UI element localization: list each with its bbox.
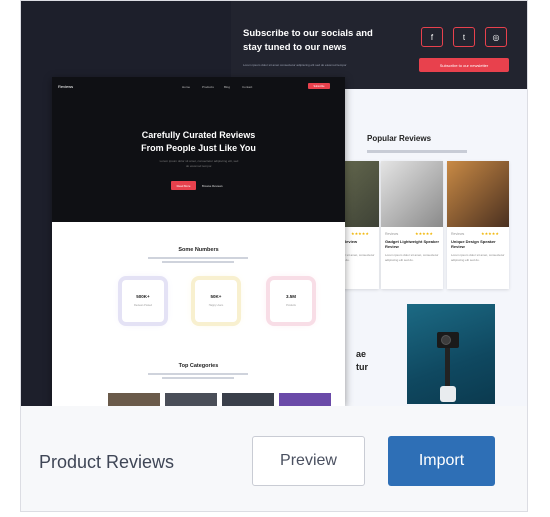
category-image <box>108 393 160 406</box>
categories-subtitle <box>162 377 234 379</box>
hero-button: Read More <box>171 181 196 190</box>
nav-item: Contact <box>242 85 253 89</box>
stat-label: Happy Users <box>208 304 224 307</box>
subscribe-title: Subscribe to our socials and stay tuned … <box>243 28 373 53</box>
camera-handle <box>440 386 456 402</box>
nav-item: Home <box>182 85 191 89</box>
twitter-icon: t <box>453 27 475 47</box>
site-logo: Reviews <box>58 84 74 89</box>
stat-label: Products <box>286 304 296 307</box>
stat-card: 3.5M Products <box>270 280 312 322</box>
category-image <box>279 393 331 406</box>
review-meta: Reviews <box>385 232 399 236</box>
review-text: Lorem ipsum dolor sit amet, consectetur … <box>451 253 505 262</box>
feature-title: ae tur <box>356 349 368 372</box>
camera-lens <box>441 335 451 345</box>
stat-value: 500K+ <box>136 294 150 299</box>
subscribe-button: Subscribe to our newsletter <box>419 58 509 72</box>
review-title: Gadget Lightweight Speaker Review <box>385 239 440 249</box>
numbers-subtitle <box>162 261 234 263</box>
camera-pole <box>445 348 450 390</box>
numbers-subtitle <box>148 257 248 259</box>
template-thumbnail[interactable]: Subscribe to our socials and stay tuned … <box>21 1 527 406</box>
import-button[interactable]: Import <box>388 436 495 486</box>
facebook-icon: f <box>421 27 443 47</box>
review-stars: ★★★★★ <box>415 231 433 236</box>
action-camera-photo <box>407 304 495 404</box>
stat-card: 500K+ Reviews Posted <box>122 280 164 322</box>
hero-section: Reviews Home Products Blog Contact Subsc… <box>52 77 345 222</box>
review-card: Reviews ★★★★★ Unique Design Speaker Revi… <box>447 161 509 289</box>
category-image <box>165 393 217 406</box>
instagram-icon: ◎ <box>485 27 507 47</box>
popular-reviews-subtitle <box>367 150 467 153</box>
nav-item: Blog <box>224 85 231 89</box>
stat-value: 3.5M <box>285 294 296 299</box>
preview-button[interactable]: Preview <box>252 436 365 486</box>
category-image <box>222 393 274 406</box>
numbers-title: Some Numbers <box>178 247 219 253</box>
stat-label: Reviews Posted <box>134 304 152 307</box>
front-page-preview: Reviews Home Products Blog Contact Subsc… <box>52 77 345 406</box>
nav-button: Subscribe <box>308 83 330 89</box>
hero-title: Carefully Curated Reviews From People Jus… <box>141 130 256 153</box>
review-title: Unique Design Speaker Review <box>451 239 496 249</box>
subscribe-text: Lorem ipsum dolor sit amet consectetur a… <box>243 63 347 67</box>
review-image <box>447 161 509 227</box>
hero-subtitle: Lorem ipsum dolor sit amet, consectetur … <box>159 159 239 168</box>
review-stars: ★★★★★ <box>351 231 369 236</box>
hero-link: Browse Reviews <box>202 184 223 188</box>
review-stars: ★★★★★ <box>481 231 499 236</box>
stat-card: 50K+ Happy Users <box>195 280 237 322</box>
stat-value: 50K+ <box>210 294 222 299</box>
review-image <box>381 161 443 227</box>
categories-subtitle <box>148 373 248 375</box>
template-name: Product Reviews <box>39 452 175 472</box>
review-meta: Reviews <box>451 232 465 236</box>
nav-item: Products <box>202 85 214 89</box>
review-text: Lorem ipsum dolor sit amet, consectetur … <box>385 253 439 262</box>
categories-title: Top Categories <box>178 363 219 369</box>
review-card: Reviews ★★★★★ Gadget Lightweight Speaker… <box>381 161 443 289</box>
popular-reviews-title: Popular Reviews <box>367 134 432 143</box>
